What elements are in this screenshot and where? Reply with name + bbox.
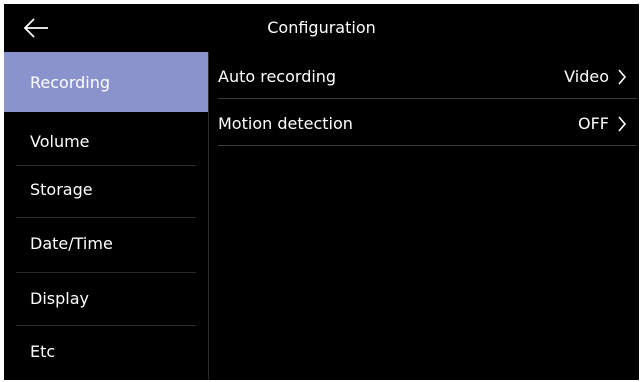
setting-label: Auto recording xyxy=(218,67,337,86)
sidebar-item-label: Storage xyxy=(30,180,93,199)
panel-divider xyxy=(208,52,209,380)
page-title: Configuration xyxy=(267,18,376,37)
row-divider xyxy=(218,145,637,146)
motion-detection-setting[interactable]: Motion detection OFF xyxy=(210,99,637,146)
chevron-right-icon xyxy=(618,69,627,85)
sidebar-item-label: Recording xyxy=(30,73,111,92)
sidebar-item-volume[interactable]: Volume xyxy=(4,112,208,166)
chevron-right-icon xyxy=(618,116,627,132)
sidebar-item-display[interactable]: Display xyxy=(4,273,208,326)
settings-panel: Auto recording Video Motion detection OF… xyxy=(210,52,639,380)
configuration-screen: Configuration Recording Volume Storage D… xyxy=(4,4,639,380)
sidebar: Recording Volume Storage Date/Time Displ… xyxy=(4,52,208,380)
sidebar-item-label: Etc xyxy=(30,342,56,361)
header-bar: Configuration xyxy=(4,4,639,52)
auto-recording-setting[interactable]: Auto recording Video xyxy=(210,52,637,99)
setting-label: Motion detection xyxy=(218,114,353,133)
sidebar-item-etc[interactable]: Etc xyxy=(4,326,208,380)
sidebar-item-label: Volume xyxy=(30,132,90,151)
sidebar-item-storage[interactable]: Storage xyxy=(4,166,208,218)
sidebar-item-label: Date/Time xyxy=(30,234,113,253)
sidebar-item-recording[interactable]: Recording xyxy=(4,52,208,112)
setting-value: Video xyxy=(564,67,609,86)
sidebar-item-date-time[interactable]: Date/Time xyxy=(4,218,208,273)
sidebar-item-label: Display xyxy=(30,289,89,308)
setting-value: OFF xyxy=(578,114,609,133)
